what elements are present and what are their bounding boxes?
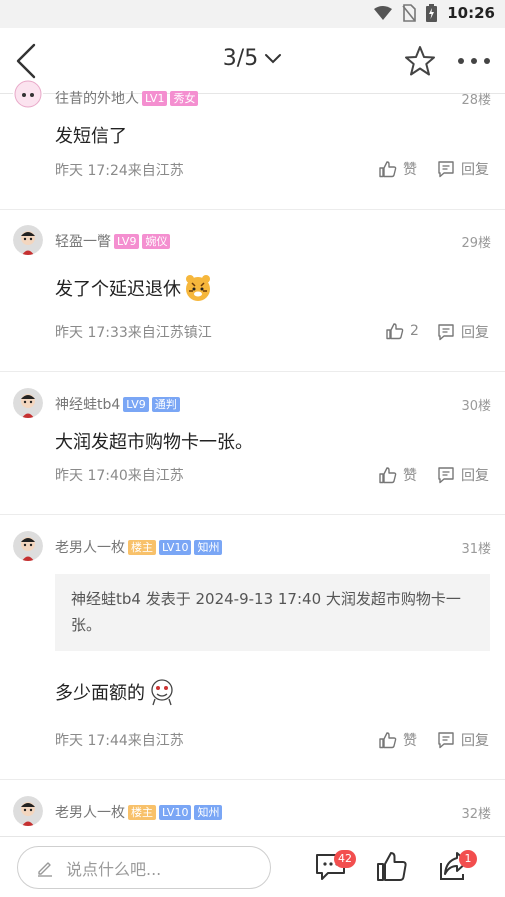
post-text: 发了个延迟退休 [55, 279, 181, 300]
post-text: 多少面额的 [55, 683, 145, 704]
op-badge: 楼主 [128, 804, 156, 820]
title-badge: 知州 [194, 539, 223, 555]
username-row: 往昔的外地人 LV1 秀女 [55, 88, 199, 108]
like-count: 2 [410, 323, 419, 339]
reply-label: 回复 [461, 733, 489, 749]
post-meta: 昨天 17:44来自江苏 [55, 733, 184, 749]
username[interactable]: 神经蛙tb4 [55, 394, 120, 414]
avatar[interactable] [13, 388, 43, 418]
tiger-emoji-icon [186, 275, 210, 301]
reply-button[interactable]: 回复 [437, 465, 489, 485]
like-button[interactable]: 赞 [379, 465, 417, 485]
like-label: 赞 [403, 162, 417, 178]
floor-number: 30楼 [461, 399, 491, 414]
post-content: 大润发超市购物卡一张。 [55, 432, 253, 453]
sticker-emoji-icon [151, 679, 173, 706]
username-row: 老男人一枚 楼主 LV10 知州 [55, 537, 223, 557]
like-label: 赞 [403, 468, 417, 484]
reply-button[interactable]: 回复 [437, 730, 489, 750]
post-content: 多少面额的 [55, 678, 175, 706]
floor-number: 29楼 [461, 236, 491, 251]
post-content: 发短信了 [55, 126, 127, 147]
favorite-star-icon[interactable] [403, 44, 437, 78]
top-navbar: 3/5 [0, 28, 505, 94]
post-divider [0, 779, 505, 780]
thumbs-up-icon [386, 323, 404, 340]
title-badge: 婉仪 [142, 233, 171, 249]
status-bar: 10:26 [0, 0, 505, 28]
comment-icon [438, 161, 454, 178]
thumbs-up-icon [379, 467, 397, 484]
bottom-action-bar: 说点什么吧... 42 1 [0, 836, 505, 897]
reply-label: 回复 [461, 162, 489, 178]
reply-label: 回复 [461, 325, 489, 341]
thumbs-up-icon [379, 161, 397, 178]
pencil-icon [38, 861, 52, 877]
title-badge: 知州 [194, 804, 223, 820]
floor-number: 28楼 [461, 93, 491, 108]
share-count-badge: 1 [459, 850, 477, 868]
comment-icon [438, 467, 454, 484]
thumbs-up-icon [379, 732, 397, 749]
reply-button[interactable]: 回复 [437, 322, 489, 342]
post-meta: 昨天 17:24来自江苏 [55, 163, 184, 179]
post-divider [0, 209, 505, 210]
floor-number: 31楼 [461, 542, 491, 557]
like-button[interactable]: 赞 [379, 730, 417, 750]
username[interactable]: 老男人一枚 [55, 802, 125, 822]
title-badge: 通判 [151, 396, 180, 412]
avatar[interactable] [13, 225, 43, 255]
username-row: 老男人一枚 楼主 LV10 知州 [55, 802, 223, 822]
comment-icon [438, 732, 454, 749]
floor-number: 32楼 [461, 807, 491, 822]
clock: 10:26 [447, 4, 495, 22]
comment-placeholder: 说点什么吧... [66, 859, 162, 879]
comment-icon [438, 324, 454, 341]
quoted-post[interactable]: 神经蛙tb4 发表于 2024-9-13 17:40 大润发超市购物卡一张。 [55, 574, 490, 651]
level-badge: LV9 [123, 396, 149, 412]
thumbs-up-icon[interactable] [375, 849, 409, 883]
like-button[interactable]: 2 [386, 322, 419, 340]
level-badge: LV9 [114, 233, 140, 249]
post-meta: 昨天 17:33来自江苏镇江 [55, 325, 212, 341]
avatar[interactable] [13, 79, 43, 109]
post-divider [0, 371, 505, 372]
avatar[interactable] [13, 796, 43, 826]
like-button[interactable]: 赞 [379, 159, 417, 179]
no-sim-icon [402, 4, 417, 22]
wifi-icon [374, 6, 393, 20]
chevron-down-icon [265, 54, 282, 64]
level-badge: LV10 [159, 804, 192, 820]
more-options-icon[interactable] [456, 56, 492, 66]
like-label: 赞 [403, 733, 417, 749]
username[interactable]: 老男人一枚 [55, 537, 125, 557]
comment-count-badge: 42 [334, 850, 356, 868]
comment-input[interactable]: 说点什么吧... [17, 846, 271, 889]
reply-label: 回复 [461, 468, 489, 484]
page-indicator: 3/5 [222, 46, 259, 71]
reply-button[interactable]: 回复 [437, 159, 489, 179]
post-divider [0, 514, 505, 515]
username[interactable]: 轻盈一瞥 [55, 231, 111, 251]
op-badge: 楼主 [128, 539, 156, 555]
avatar[interactable] [13, 531, 43, 561]
title-badge: 秀女 [170, 90, 199, 106]
username-row: 神经蛙tb4 LV9 通判 [55, 394, 180, 414]
username-row: 轻盈一瞥 LV9 婉仪 [55, 231, 171, 251]
post-content: 发了个延迟退休 [55, 273, 213, 303]
username[interactable]: 往昔的外地人 [55, 88, 139, 108]
level-badge: LV10 [159, 539, 192, 555]
post-meta: 昨天 17:40来自江苏 [55, 468, 184, 484]
battery-charging-icon [426, 4, 438, 22]
level-badge: LV1 [142, 90, 168, 106]
